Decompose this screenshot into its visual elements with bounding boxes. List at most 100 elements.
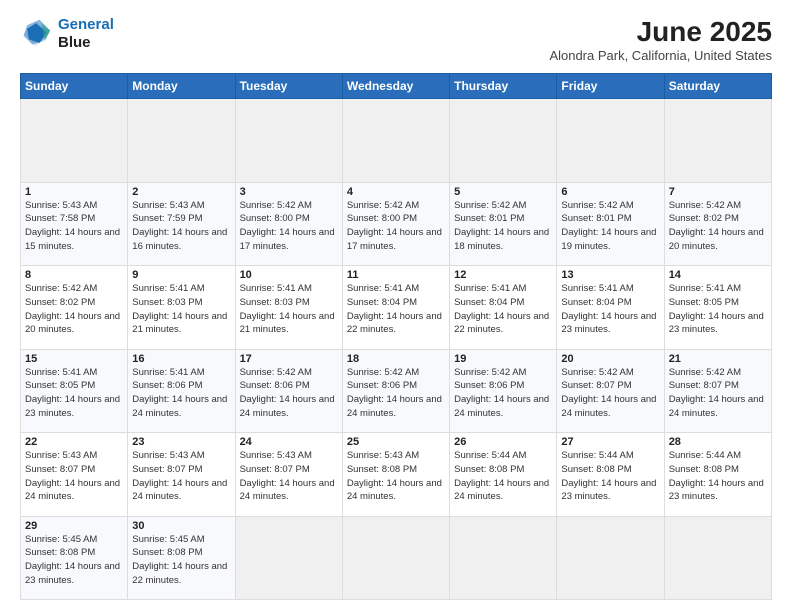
cell-content: Sunrise: 5:42 AM Sunset: 8:06 PM Dayligh… — [347, 366, 445, 421]
sunrise-label: Sunrise: 5:44 AM — [669, 450, 741, 461]
calendar-cell: 18 Sunrise: 5:42 AM Sunset: 8:06 PM Dayl… — [342, 349, 449, 433]
daylight-label: Daylight: 14 hours and 24 minutes. — [347, 394, 442, 419]
cell-content: Sunrise: 5:41 AM Sunset: 8:04 PM Dayligh… — [454, 282, 552, 337]
daylight-label: Daylight: 14 hours and 19 minutes. — [561, 227, 656, 252]
day-number: 5 — [454, 186, 552, 198]
sunrise-label: Sunrise: 5:43 AM — [132, 450, 204, 461]
calendar-cell — [21, 99, 128, 183]
sunrise-label: Sunrise: 5:42 AM — [561, 367, 633, 378]
calendar-cell — [450, 516, 557, 600]
daylight-label: Daylight: 14 hours and 24 minutes. — [132, 478, 227, 503]
cell-content: Sunrise: 5:45 AM Sunset: 8:08 PM Dayligh… — [132, 533, 230, 588]
daylight-label: Daylight: 14 hours and 23 minutes. — [669, 311, 764, 336]
sunrise-label: Sunrise: 5:42 AM — [561, 200, 633, 211]
calendar-cell: 16 Sunrise: 5:41 AM Sunset: 8:06 PM Dayl… — [128, 349, 235, 433]
sunrise-label: Sunrise: 5:45 AM — [132, 534, 204, 545]
calendar-cell: 10 Sunrise: 5:41 AM Sunset: 8:03 PM Dayl… — [235, 266, 342, 350]
calendar-cell: 1 Sunrise: 5:43 AM Sunset: 7:58 PM Dayli… — [21, 182, 128, 266]
day-number: 16 — [132, 353, 230, 365]
cell-content: Sunrise: 5:41 AM Sunset: 8:03 PM Dayligh… — [132, 282, 230, 337]
day-number: 11 — [347, 269, 445, 281]
col-monday: Monday — [128, 74, 235, 99]
sunset-label: Sunset: 8:07 PM — [561, 380, 631, 391]
calendar-cell: 3 Sunrise: 5:42 AM Sunset: 8:00 PM Dayli… — [235, 182, 342, 266]
month-title: June 2025 — [549, 16, 772, 48]
header: General Blue June 2025 Alondra Park, Cal… — [20, 16, 772, 63]
sunrise-label: Sunrise: 5:42 AM — [347, 367, 419, 378]
cell-content: Sunrise: 5:41 AM Sunset: 8:03 PM Dayligh… — [240, 282, 338, 337]
cell-content: Sunrise: 5:42 AM Sunset: 8:00 PM Dayligh… — [240, 199, 338, 254]
sunset-label: Sunset: 8:07 PM — [669, 380, 739, 391]
day-number: 10 — [240, 269, 338, 281]
day-number: 12 — [454, 269, 552, 281]
sunset-label: Sunset: 8:00 PM — [347, 213, 417, 224]
day-number: 13 — [561, 269, 659, 281]
calendar-cell: 22 Sunrise: 5:43 AM Sunset: 8:07 PM Dayl… — [21, 433, 128, 517]
col-sunday: Sunday — [21, 74, 128, 99]
calendar-cell: 2 Sunrise: 5:43 AM Sunset: 7:59 PM Dayli… — [128, 182, 235, 266]
daylight-label: Daylight: 14 hours and 23 minutes. — [561, 478, 656, 503]
daylight-label: Daylight: 14 hours and 22 minutes. — [132, 561, 227, 586]
day-number: 23 — [132, 436, 230, 448]
daylight-label: Daylight: 14 hours and 23 minutes. — [669, 478, 764, 503]
cell-content: Sunrise: 5:44 AM Sunset: 8:08 PM Dayligh… — [454, 449, 552, 504]
sunset-label: Sunset: 8:08 PM — [25, 547, 95, 558]
daylight-label: Daylight: 14 hours and 24 minutes. — [561, 394, 656, 419]
logo-line2: Blue — [58, 34, 114, 52]
logo-text: General Blue — [58, 16, 114, 52]
day-number: 6 — [561, 186, 659, 198]
daylight-label: Daylight: 14 hours and 15 minutes. — [25, 227, 120, 252]
sunset-label: Sunset: 8:02 PM — [669, 213, 739, 224]
day-number: 20 — [561, 353, 659, 365]
cell-content: Sunrise: 5:45 AM Sunset: 8:08 PM Dayligh… — [25, 533, 123, 588]
calendar-cell — [664, 516, 771, 600]
sunset-label: Sunset: 8:07 PM — [132, 464, 202, 475]
calendar-cell: 27 Sunrise: 5:44 AM Sunset: 8:08 PM Dayl… — [557, 433, 664, 517]
daylight-label: Daylight: 14 hours and 23 minutes. — [25, 561, 120, 586]
calendar-cell: 28 Sunrise: 5:44 AM Sunset: 8:08 PM Dayl… — [664, 433, 771, 517]
day-number: 28 — [669, 436, 767, 448]
cell-content: Sunrise: 5:41 AM Sunset: 8:05 PM Dayligh… — [25, 366, 123, 421]
cell-content: Sunrise: 5:43 AM Sunset: 7:58 PM Dayligh… — [25, 199, 123, 254]
cell-content: Sunrise: 5:42 AM Sunset: 8:07 PM Dayligh… — [561, 366, 659, 421]
daylight-label: Daylight: 14 hours and 17 minutes. — [347, 227, 442, 252]
day-number: 1 — [25, 186, 123, 198]
cell-content: Sunrise: 5:42 AM Sunset: 8:01 PM Dayligh… — [561, 199, 659, 254]
logo-icon — [20, 18, 52, 50]
calendar-cell: 7 Sunrise: 5:42 AM Sunset: 8:02 PM Dayli… — [664, 182, 771, 266]
sunrise-label: Sunrise: 5:42 AM — [669, 367, 741, 378]
cell-content: Sunrise: 5:43 AM Sunset: 8:07 PM Dayligh… — [240, 449, 338, 504]
daylight-label: Daylight: 14 hours and 24 minutes. — [454, 478, 549, 503]
col-saturday: Saturday — [664, 74, 771, 99]
day-number: 2 — [132, 186, 230, 198]
calendar-cell: 30 Sunrise: 5:45 AM Sunset: 8:08 PM Dayl… — [128, 516, 235, 600]
cell-content: Sunrise: 5:41 AM Sunset: 8:06 PM Dayligh… — [132, 366, 230, 421]
week-row-0 — [21, 99, 772, 183]
sunrise-label: Sunrise: 5:42 AM — [347, 200, 419, 211]
sunset-label: Sunset: 8:03 PM — [132, 297, 202, 308]
calendar-table: Sunday Monday Tuesday Wednesday Thursday… — [20, 73, 772, 600]
sunrise-label: Sunrise: 5:43 AM — [25, 200, 97, 211]
cell-content: Sunrise: 5:43 AM Sunset: 8:08 PM Dayligh… — [347, 449, 445, 504]
calendar-cell — [557, 516, 664, 600]
calendar-cell: 19 Sunrise: 5:42 AM Sunset: 8:06 PM Dayl… — [450, 349, 557, 433]
calendar-cell: 13 Sunrise: 5:41 AM Sunset: 8:04 PM Dayl… — [557, 266, 664, 350]
week-row-5: 29 Sunrise: 5:45 AM Sunset: 8:08 PM Dayl… — [21, 516, 772, 600]
daylight-label: Daylight: 14 hours and 24 minutes. — [25, 478, 120, 503]
sunset-label: Sunset: 8:07 PM — [25, 464, 95, 475]
cell-content: Sunrise: 5:41 AM Sunset: 8:04 PM Dayligh… — [347, 282, 445, 337]
sunrise-label: Sunrise: 5:41 AM — [240, 283, 312, 294]
day-number: 17 — [240, 353, 338, 365]
sunset-label: Sunset: 8:00 PM — [240, 213, 310, 224]
logo: General Blue — [20, 16, 114, 52]
sunrise-label: Sunrise: 5:42 AM — [240, 200, 312, 211]
day-number: 26 — [454, 436, 552, 448]
cell-content: Sunrise: 5:42 AM Sunset: 8:01 PM Dayligh… — [454, 199, 552, 254]
day-number: 15 — [25, 353, 123, 365]
daylight-label: Daylight: 14 hours and 16 minutes. — [132, 227, 227, 252]
sunrise-label: Sunrise: 5:41 AM — [25, 367, 97, 378]
daylight-label: Daylight: 14 hours and 24 minutes. — [240, 478, 335, 503]
calendar-cell — [128, 99, 235, 183]
daylight-label: Daylight: 14 hours and 24 minutes. — [132, 394, 227, 419]
calendar-cell: 14 Sunrise: 5:41 AM Sunset: 8:05 PM Dayl… — [664, 266, 771, 350]
